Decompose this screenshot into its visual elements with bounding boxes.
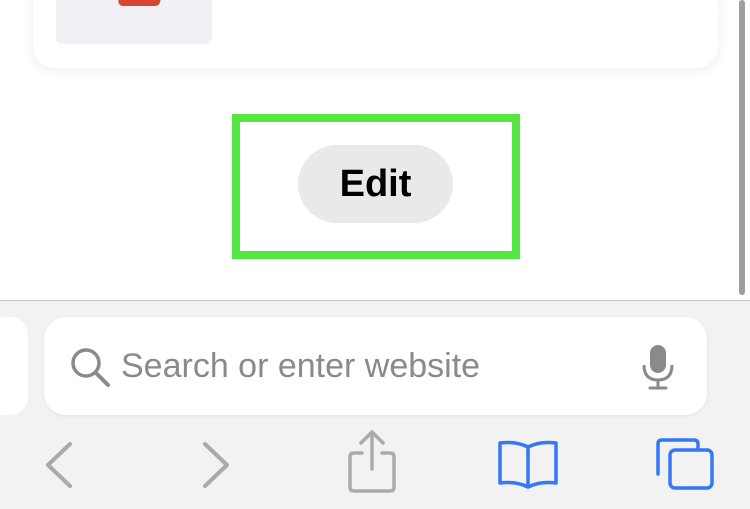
scroll-indicator[interactable] [739,0,745,295]
red-app-icon [117,0,165,6]
bookmark-card[interactable] [33,0,718,68]
address-bar[interactable]: Search or enter website [44,317,707,415]
book-icon[interactable] [496,439,560,489]
magnifying-glass-icon [71,348,110,387]
share-icon[interactable] [344,429,400,493]
edit-button[interactable]: Edit [298,145,453,223]
chevron-right-icon[interactable] [199,440,233,490]
chevron-left-icon[interactable] [42,440,76,490]
tabs-icon[interactable] [654,436,716,492]
address-bar-placeholder: Search or enter website [121,347,481,385]
bookmark-thumbnail[interactable] [56,0,212,44]
favorites-content: Edit [0,0,750,300]
bottom-toolbar: Search or enter website [0,300,750,509]
previous-tab-preview[interactable] [0,317,28,415]
microphone-icon[interactable] [640,343,676,391]
